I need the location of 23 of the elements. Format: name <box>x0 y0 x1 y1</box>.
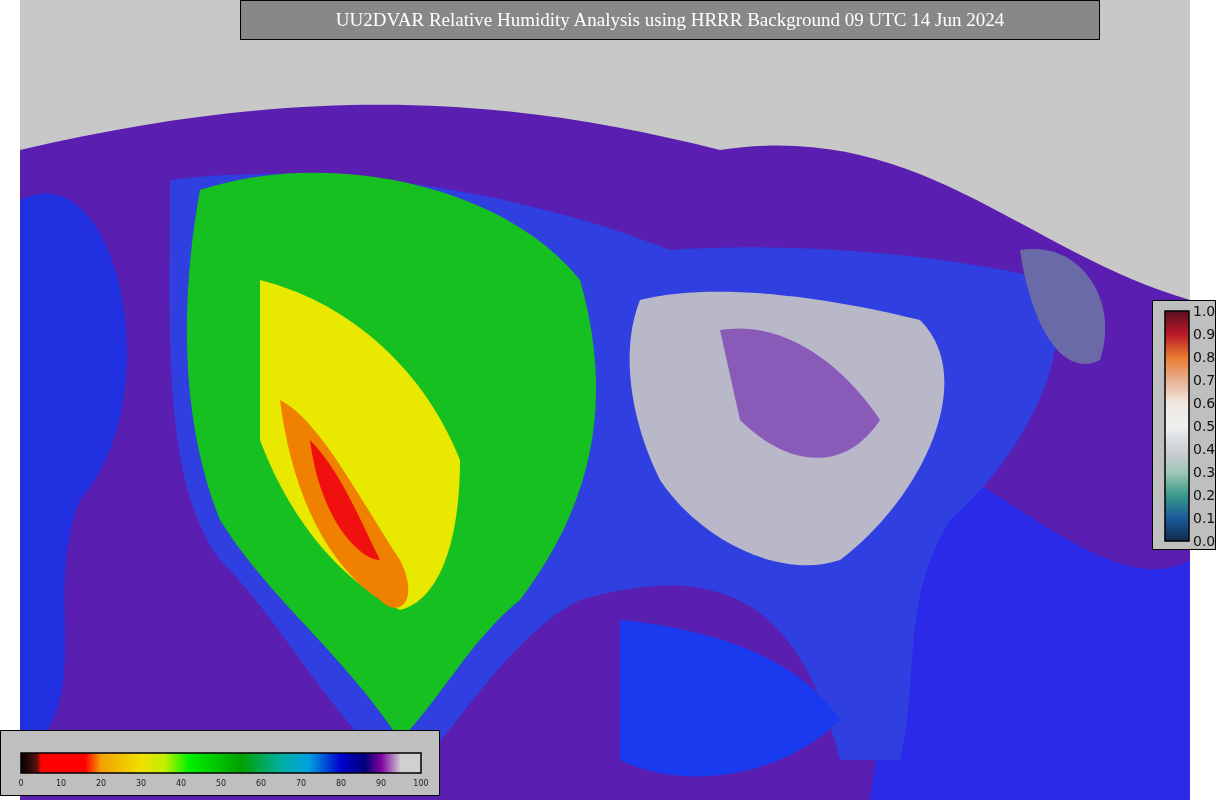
tick-label: 80 <box>335 779 347 788</box>
tick-label: 90 <box>375 779 387 788</box>
tick-label: 0.5 <box>1193 418 1216 434</box>
tick-label: 0.0 <box>1193 533 1216 549</box>
tick-label: 0.8 <box>1193 349 1216 365</box>
tick-label: 70 <box>295 779 307 788</box>
tick-label: 0.3 <box>1193 464 1216 480</box>
tick-label: 50 <box>215 779 227 788</box>
tick-label: 0.9 <box>1193 326 1216 342</box>
tick-label: 0.2 <box>1193 487 1216 503</box>
map-title: UU2DVAR Relative Humidity Analysis using HRRR Background 09 UTC 14 Jun 2024 <box>240 0 1100 40</box>
tick-label: 0.4 <box>1193 441 1216 457</box>
tick-label: 0.6 <box>1193 395 1216 411</box>
tick-label: 100 <box>413 779 429 788</box>
tick-label: 0 <box>18 779 24 788</box>
tick-label: 40 <box>175 779 187 788</box>
tick-label: 60 <box>255 779 267 788</box>
tick-label: 1.0 <box>1193 303 1216 319</box>
tick-label: 30 <box>135 779 147 788</box>
tick-label: 10 <box>55 779 67 788</box>
tick-label: 20 <box>95 779 107 788</box>
tick-label: 0.1 <box>1193 510 1216 526</box>
tick-label: 0.7 <box>1193 372 1216 388</box>
